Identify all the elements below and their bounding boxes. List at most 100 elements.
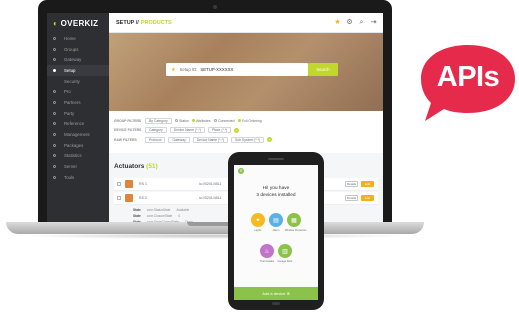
sidebar-item-security[interactable]: Security (47, 76, 109, 87)
device-tile-lights[interactable]: ✦ Lights (249, 213, 267, 232)
tile-label: Thermostats (259, 259, 275, 263)
edit-button[interactable]: Edit (361, 181, 374, 187)
row-checkbox[interactable] (117, 182, 121, 186)
filter-radio[interactable]: Full Ordering (237, 118, 262, 123)
search-button[interactable]: Search (308, 63, 338, 76)
laptop-screen: ◐ OVERKIZ Home Groups Gateway Setup Security… (47, 13, 383, 222)
nav-icon (53, 133, 56, 137)
row-checkbox[interactable] (117, 196, 121, 200)
nav-icon (53, 154, 56, 158)
add-filter-icon[interactable]: + (234, 127, 240, 133)
sidebar-item-management[interactable]: Management (47, 129, 109, 140)
filter-label: GROUP FILTERS (114, 118, 142, 123)
sidebar-item-label: Tools (64, 174, 75, 180)
sidebar-item-server[interactable]: Server (47, 161, 109, 172)
nav-icon (53, 100, 56, 104)
device-tile-thermostats[interactable]: ♨ Thermostats (258, 244, 276, 263)
nav-icon (53, 68, 56, 72)
search-label: Setup ID: (179, 67, 198, 72)
tile-label: Garage Door (277, 259, 293, 263)
sidebar-item-home[interactable]: Home (47, 33, 109, 44)
details-button[interactable]: Details (345, 181, 358, 187)
filter-select[interactable]: Device Name (*.*) (192, 136, 228, 143)
sidebar-item-label: Pro (64, 89, 71, 95)
sidebar-item-groups[interactable]: Groups (47, 44, 109, 55)
nav-icon (53, 47, 56, 51)
sidebar-item-label: Statistics (64, 153, 82, 159)
devices-count: 3 devices installed (256, 193, 296, 198)
tile-label: Alarm (272, 228, 280, 232)
logout-icon[interactable]: ⇥ (370, 19, 377, 26)
nav-icon (53, 58, 56, 62)
sidebar-item-label: Setup (64, 67, 76, 73)
logo: ◐ OVERKIZ (53, 19, 99, 28)
phone-speaker (268, 158, 284, 160)
search-icon[interactable]: ⌕ (358, 19, 365, 26)
filter-label: DEVICE FILTERS (114, 128, 142, 133)
breadcrumb: SETUP // (116, 19, 139, 26)
phone-screen: ✕ Hi! you have 3 devices installed ✦ Ligh… (234, 165, 318, 300)
phone: ✕ Hi! you have 3 devices installed ✦ Ligh… (228, 152, 324, 310)
sidebar-item-packages[interactable]: Packages (47, 140, 109, 151)
sidebar-item-label: Home (64, 35, 76, 41)
sidebar-item-tools[interactable]: Tools (47, 172, 109, 183)
setup-search-input[interactable]: ★ Setup ID: SETUP-XXXXXX (166, 63, 308, 76)
edit-button[interactable]: Edit (361, 195, 374, 201)
page-title: PRODUCTS (140, 19, 172, 26)
device-thumbnail (125, 180, 133, 188)
sidebar-item-pro[interactable]: Pro (47, 86, 109, 97)
alarm-icon: ▤ (269, 213, 283, 227)
sidebar-item-label: Reference (64, 121, 85, 127)
sidebar-item-label: Packages (64, 142, 84, 148)
filter-select[interactable]: Protocol (145, 136, 166, 143)
nav-icon (53, 175, 56, 179)
nav-icon (53, 111, 56, 115)
search-value: SETUP-XXXXXX (200, 67, 234, 72)
filter-radio[interactable]: Status (174, 118, 189, 123)
sidebar-item-reference[interactable]: Reference (47, 119, 109, 130)
add-device-button[interactable]: Add a device ⊕ (234, 287, 318, 300)
device-tile-window-protection[interactable]: ▦ Window Protection (285, 213, 307, 232)
filter-label: RAW FILTERS (114, 137, 137, 142)
sidebar-item-label: Party (64, 110, 75, 116)
filter-row: DEVICE FILTERS Category Device Name (*.*) P… (114, 126, 383, 136)
filter-select[interactable]: Gateway (168, 136, 190, 143)
topbar: SETUP // PRODUCTS ★ ⚙ ⌕ ⇥ (109, 13, 383, 33)
garage-icon: ▥ (278, 244, 292, 258)
home-button[interactable] (272, 302, 280, 305)
filter-select[interactable]: Sub System (*.*) (230, 136, 265, 143)
device-tile-garage-door[interactable]: ▥ Garage Door (276, 244, 294, 263)
device-tile-alarm[interactable]: ▤ Alarm (267, 213, 285, 232)
filter-row: GROUP FILTERS By Category Status Attributes… (114, 116, 383, 126)
laptop-camera (213, 5, 217, 9)
sidebar-item-party[interactable]: Party (47, 108, 109, 119)
laptop: ◐ OVERKIZ Home Groups Gateway Setup Security… (38, 0, 392, 222)
filter-select[interactable]: By Category (145, 117, 172, 124)
filter-radio[interactable]: Connected (213, 118, 235, 123)
sidebar-item-label: Partners (64, 99, 81, 105)
sidebar-item-gateway[interactable]: Gateway (47, 54, 109, 65)
filter-row: RAW FILTERS Protocol Gateway Device Name (*… (114, 135, 383, 145)
filter-radio[interactable]: Attributes (191, 118, 211, 123)
sidebar-item-statistics[interactable]: Statistics (47, 151, 109, 162)
nav-icon (53, 36, 56, 40)
filter-select[interactable]: Place (*.*) (207, 127, 232, 134)
nav-icon (53, 90, 56, 94)
sidebar-item-setup[interactable]: Setup (47, 65, 109, 76)
sidebar-item-label: Gateway (64, 57, 82, 63)
welcome-title: Hi! you have (262, 186, 290, 191)
details-button[interactable]: Details (345, 195, 358, 201)
hero-banner: ★ Setup ID: SETUP-XXXXXX Search (109, 33, 383, 111)
device-name: RS 1 (139, 182, 147, 186)
filter-select[interactable]: Device Name (*.*) (169, 127, 205, 134)
star-icon[interactable]: ★ (334, 19, 341, 26)
add-filter-icon[interactable]: + (267, 137, 273, 143)
nav-icon (53, 143, 56, 147)
sidebar-item-label: Groups (64, 46, 79, 52)
sidebar-item-partners[interactable]: Partners (47, 97, 109, 108)
actuators-title: Actuators (51) (114, 163, 158, 170)
sidebar: ◐ OVERKIZ Home Groups Gateway Setup Security… (47, 13, 109, 222)
filter-select[interactable]: Category (145, 127, 167, 134)
close-icon[interactable]: ✕ (238, 168, 244, 174)
gear-icon[interactable]: ⚙ (346, 19, 353, 26)
